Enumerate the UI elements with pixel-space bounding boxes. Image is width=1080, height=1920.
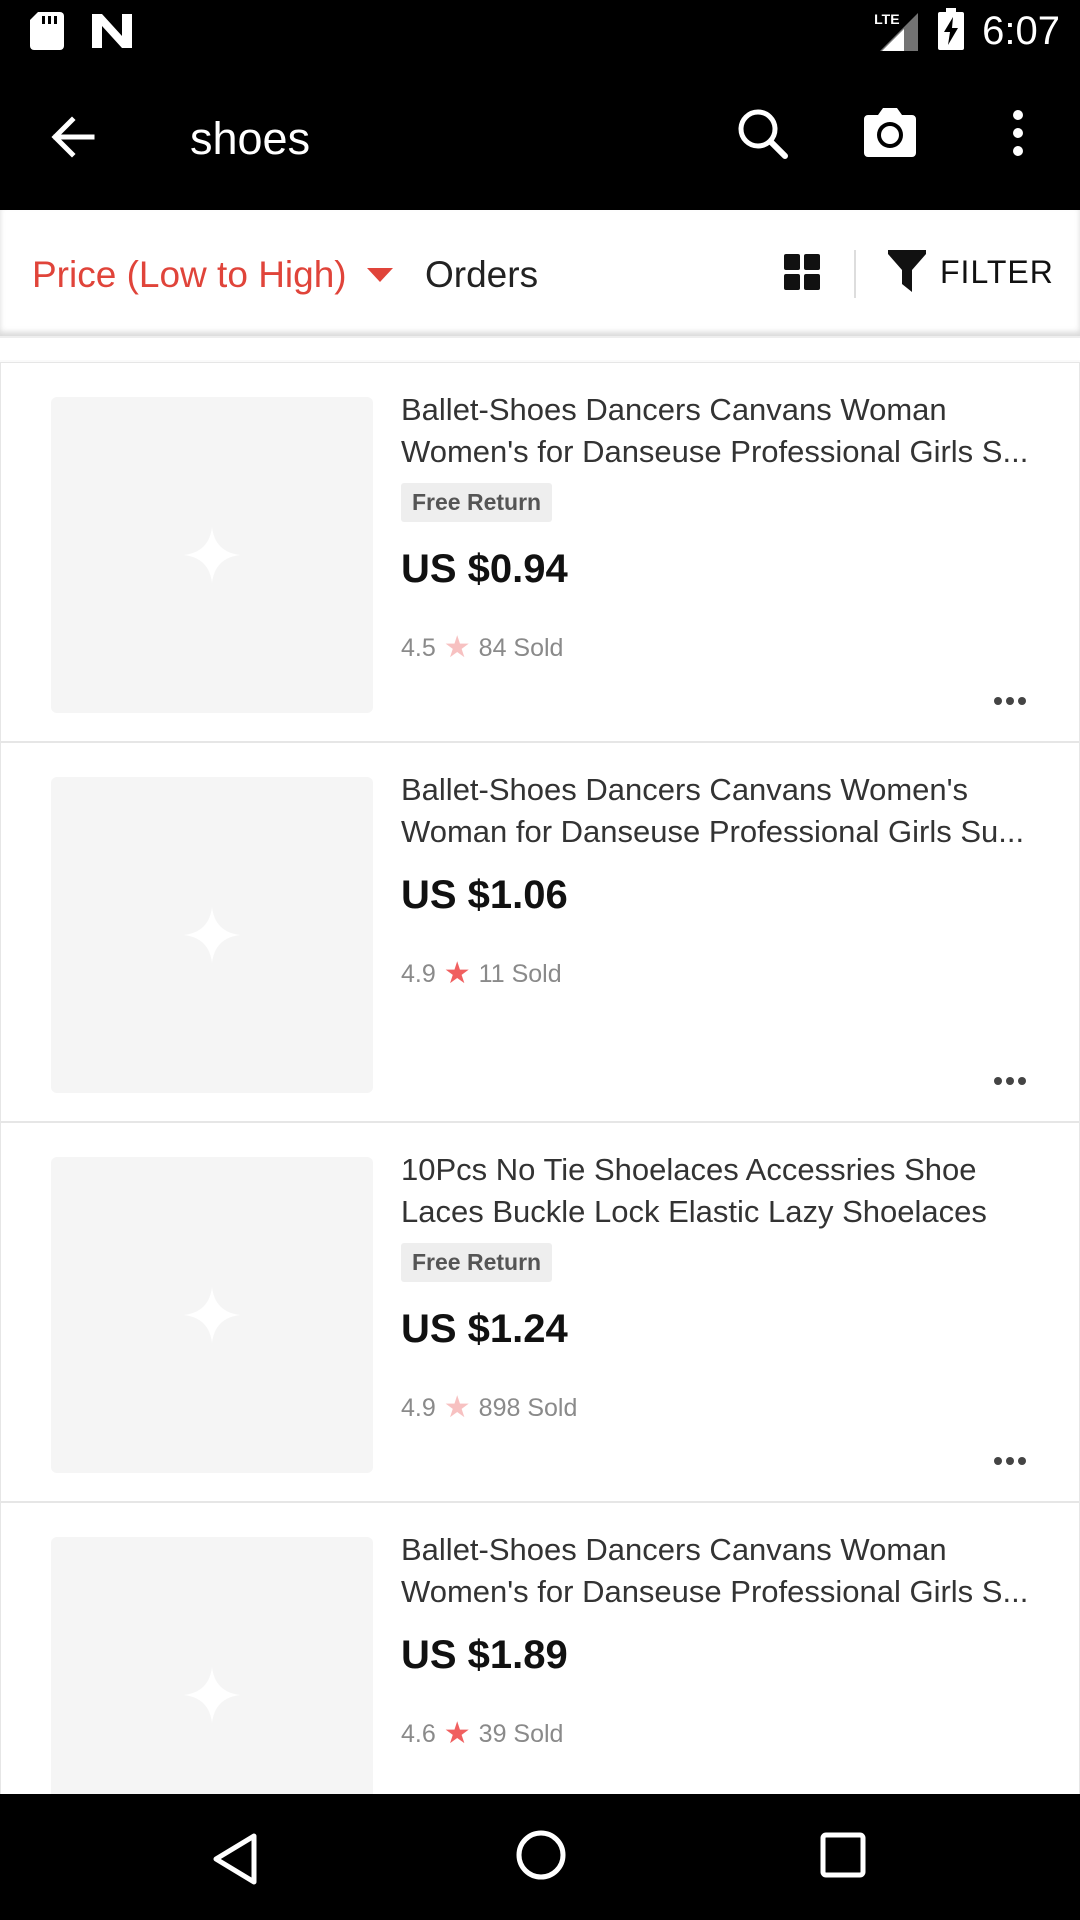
product-image-placeholder[interactable] bbox=[51, 1537, 373, 1794]
rating-value: 4.6 bbox=[401, 1719, 436, 1748]
product-image-placeholder[interactable] bbox=[51, 1157, 373, 1473]
back-button[interactable] bbox=[44, 107, 104, 167]
filter-label: FILTER bbox=[940, 253, 1054, 290]
product-card[interactable]: 10Pcs No Tie Shoelaces Accessries Shoe L… bbox=[0, 1122, 1080, 1502]
search-button[interactable] bbox=[735, 106, 791, 162]
product-title[interactable]: Ballet-Shoes Dancers Canvans Woman Women… bbox=[401, 389, 1041, 473]
product-title-line: Ballet-Shoes Dancers Canvans Women's bbox=[401, 772, 969, 807]
product-title-line: Women's for Danseuse Professional Girls … bbox=[401, 1574, 1029, 1609]
grid-view-icon bbox=[784, 254, 820, 290]
star-icon: ★ bbox=[443, 957, 471, 990]
free-return-badge: Free Return bbox=[401, 483, 553, 522]
rating-sold-row: 4.6 ★ 39 Sold bbox=[401, 1719, 563, 1749]
product-title-line: 10Pcs No Tie Shoelaces Accessries Shoe bbox=[401, 1152, 977, 1187]
more-vert-icon bbox=[1013, 110, 1023, 156]
star-icon: ★ bbox=[443, 1717, 471, 1750]
product-title[interactable]: Ballet-Shoes Dancers Canvans Woman Women… bbox=[401, 1529, 1041, 1613]
sold-count: 898 Sold bbox=[478, 1393, 578, 1422]
more-options-button[interactable] bbox=[1000, 103, 1036, 163]
free-return-badge: Free Return bbox=[401, 1243, 553, 1282]
card-more-button[interactable] bbox=[993, 1073, 1027, 1085]
product-price: US $1.89 bbox=[401, 1633, 568, 1677]
product-price: US $1.06 bbox=[401, 873, 568, 917]
product-image-placeholder[interactable] bbox=[51, 777, 373, 1093]
product-price: US $0.94 bbox=[401, 547, 568, 591]
battery-charging-icon bbox=[938, 8, 965, 55]
card-more-button[interactable] bbox=[993, 693, 1027, 705]
product-title[interactable]: 10Pcs No Tie Shoelaces Accessries Shoe L… bbox=[401, 1149, 1041, 1233]
product-title-line: Women's for Danseuse Professional Girls … bbox=[401, 434, 1029, 469]
placeholder-sparkle-icon bbox=[184, 1287, 240, 1343]
nav-home-button[interactable] bbox=[516, 1830, 566, 1885]
system-nav-bar bbox=[0, 1794, 1080, 1920]
app-bar: shoes bbox=[0, 63, 1080, 210]
sort-price-dropdown[interactable]: Price (Low to High) bbox=[32, 254, 393, 296]
sort-orders-tab[interactable]: Orders bbox=[425, 254, 538, 296]
product-title-line: Ballet-Shoes Dancers Canvans Woman bbox=[401, 392, 947, 427]
product-card[interactable]: Ballet-Shoes Dancers Canvans Women's Wom… bbox=[0, 742, 1080, 1122]
product-image-placeholder[interactable] bbox=[51, 397, 373, 713]
sold-count: 39 Sold bbox=[478, 1719, 564, 1748]
rating-value: 4.9 bbox=[401, 959, 436, 988]
star-icon: ★ bbox=[443, 1391, 471, 1424]
product-price: US $1.24 bbox=[401, 1307, 568, 1351]
rating-value: 4.9 bbox=[401, 1393, 436, 1422]
n-logo-icon bbox=[92, 14, 132, 53]
nav-home-icon bbox=[516, 1830, 566, 1880]
placeholder-sparkle-icon bbox=[184, 1667, 240, 1723]
sold-count: 11 Sold bbox=[478, 959, 562, 988]
more-horiz-icon bbox=[994, 697, 1026, 705]
product-list[interactable]: Ballet-Shoes Dancers Canvans Woman Women… bbox=[0, 360, 1080, 1794]
grid-view-toggle[interactable] bbox=[784, 254, 820, 290]
sort-bar-divider bbox=[854, 250, 856, 298]
product-card[interactable]: Ballet-Shoes Dancers Canvans Woman Women… bbox=[0, 1502, 1080, 1794]
status-bar: LTE 6:07 bbox=[0, 0, 1080, 63]
product-title-line: Woman for Danseuse Professional Girls Su… bbox=[401, 814, 1025, 849]
rating-sold-row: 4.5 ★ 84 Sold bbox=[401, 633, 563, 663]
filter-button[interactable]: FILTER bbox=[888, 250, 1054, 294]
status-time: 6:07 bbox=[982, 9, 1060, 53]
search-query-title[interactable]: shoes bbox=[190, 113, 310, 165]
sort-price-label: Price (Low to High) bbox=[32, 254, 347, 295]
back-arrow-icon bbox=[51, 116, 95, 158]
sd-card-icon bbox=[30, 12, 64, 55]
nav-back-icon bbox=[213, 1833, 257, 1885]
dropdown-caret-icon bbox=[366, 268, 393, 282]
sold-count: 84 Sold bbox=[478, 633, 564, 662]
product-card[interactable]: Ballet-Shoes Dancers Canvans Woman Women… bbox=[0, 362, 1080, 742]
nav-recent-icon bbox=[820, 1832, 866, 1878]
rating-sold-row: 4.9 ★ 898 Sold bbox=[401, 1393, 577, 1423]
nav-back-button[interactable] bbox=[212, 1832, 260, 1891]
camera-icon bbox=[864, 108, 916, 157]
product-title[interactable]: Ballet-Shoes Dancers Canvans Women's Wom… bbox=[401, 769, 1041, 853]
camera-search-button[interactable] bbox=[860, 105, 920, 161]
nav-recent-button[interactable] bbox=[820, 1832, 866, 1883]
rating-value: 4.5 bbox=[401, 633, 436, 662]
product-title-line: Laces Buckle Lock Elastic Lazy Shoelaces bbox=[401, 1194, 987, 1229]
star-icon: ★ bbox=[443, 631, 471, 664]
placeholder-sparkle-icon bbox=[184, 527, 240, 583]
search-icon bbox=[738, 109, 788, 159]
product-title-line: Ballet-Shoes Dancers Canvans Woman bbox=[401, 1532, 947, 1567]
signal-icon bbox=[874, 11, 920, 58]
rating-sold-row: 4.9 ★ 11 Sold bbox=[401, 959, 562, 989]
filter-funnel-icon bbox=[888, 250, 926, 292]
sort-bar: Price (Low to High) Orders FILTER bbox=[0, 210, 1080, 338]
more-horiz-icon bbox=[994, 1457, 1026, 1465]
card-more-button[interactable] bbox=[993, 1453, 1027, 1465]
more-horiz-icon bbox=[994, 1077, 1026, 1085]
placeholder-sparkle-icon bbox=[184, 907, 240, 963]
